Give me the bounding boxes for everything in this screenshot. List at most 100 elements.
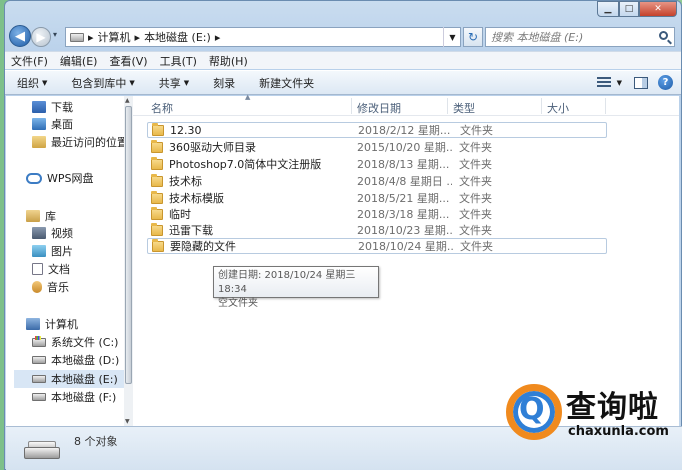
menu-view[interactable]: 查看(V) — [109, 53, 147, 69]
file-name: 迅雷下载 — [169, 224, 213, 237]
folder-icon — [152, 238, 164, 252]
chevron-down-icon: ▼ — [42, 78, 48, 87]
logo-glyph: Q — [519, 392, 545, 427]
document-icon — [32, 263, 43, 275]
help-icon[interactable]: ? — [658, 75, 673, 90]
file-row[interactable]: 临时 2018/3/18 星期... 文件夹 — [147, 206, 607, 222]
nav-scrollbar[interactable]: ▲ ▼ — [124, 96, 133, 426]
cloud-icon — [26, 172, 42, 184]
include-in-library-button[interactable]: 包含到库中 ▼ — [71, 75, 134, 91]
menu-file[interactable]: 文件(F) — [11, 53, 48, 69]
file-row[interactable]: 迅雷下载 2018/10/23 星期... 文件夹 — [147, 222, 607, 238]
scroll-thumb[interactable] — [125, 106, 132, 384]
nav-label: 桌面 — [51, 118, 73, 131]
scroll-up-icon[interactable]: ▲ — [125, 97, 130, 104]
file-type: 文件夹 — [460, 124, 493, 137]
breadcrumb-drive-e[interactable]: 本地磁盘 (E:) — [144, 29, 211, 45]
column-divider[interactable] — [447, 98, 448, 114]
scroll-down-icon[interactable]: ▼ — [125, 418, 130, 425]
preview-pane-icon[interactable] — [634, 76, 648, 89]
folder-icon — [151, 139, 163, 153]
column-divider[interactable] — [605, 98, 606, 114]
watermark-logo: Q 查询啦 chaxunla.com — [506, 378, 682, 448]
nav-label: 最近访问的位置 — [51, 136, 128, 149]
column-divider[interactable] — [541, 98, 542, 114]
chevron-down-icon[interactable]: ▼ — [617, 79, 622, 87]
column-name[interactable]: 名称 — [151, 100, 173, 116]
recent-pages-dropdown[interactable]: ▾ — [53, 30, 57, 39]
file-modified: 2018/3/18 星期... — [357, 208, 450, 221]
menu-tools[interactable]: 工具(T) — [160, 53, 197, 69]
file-row[interactable]: 要隐藏的文件 2018/10/24 星期... 文件夹 — [147, 238, 607, 254]
forward-button[interactable]: ▶ — [31, 27, 51, 47]
column-modified[interactable]: 修改日期 — [357, 100, 401, 116]
minimize-button[interactable]: ▁ — [597, 1, 619, 17]
new-folder-button[interactable]: 新建文件夹 — [259, 75, 314, 91]
file-row[interactable]: 技术标模版 2018/5/21 星期... 文件夹 — [147, 190, 607, 206]
share-button[interactable]: 共享 ▼ — [159, 75, 189, 91]
computer-icon — [26, 318, 40, 330]
breadcrumb-computer[interactable]: 计算机 — [98, 29, 131, 45]
breadcrumb-separator: ▸ — [214, 30, 221, 44]
chevron-down-icon: ▼ — [183, 78, 190, 87]
tooltip-created: 创建日期: 2018/10/24 星期三 18:34 — [218, 270, 356, 295]
file-modified: 2018/2/12 星期... — [358, 124, 451, 137]
refresh-button[interactable]: ↻ — [463, 27, 483, 47]
file-type: 文件夹 — [459, 141, 492, 154]
arrow-right-icon: ▶ — [36, 30, 46, 44]
file-name: 12.30 — [170, 123, 202, 137]
organize-button[interactable]: 组织 ▼ — [17, 75, 47, 91]
column-size[interactable]: 大小 — [547, 100, 569, 116]
search-icon[interactable] — [659, 31, 668, 40]
address-history-dropdown[interactable]: ▼ — [443, 27, 461, 47]
maximize-button[interactable]: □ — [619, 1, 639, 17]
watermark-url: chaxunla.com — [568, 424, 669, 439]
address-row: ◀ ▶ ▾ ▸ 计算机 ▸ 本地磁盘 (E:) ▸ ▼ ↻ — [5, 25, 681, 49]
nav-label: 图片 — [51, 245, 73, 258]
file-name: 要隐藏的文件 — [170, 240, 236, 253]
navigation-pane: 下载 桌面 最近访问的位置 WPS网盘 库 视频 图片 文档 音乐 计算机 系统… — [6, 96, 133, 426]
search-input[interactable] — [491, 30, 651, 44]
folder-icon — [151, 222, 163, 236]
column-type[interactable]: 类型 — [453, 100, 475, 116]
arrow-left-icon: ◀ — [15, 28, 25, 44]
column-divider[interactable] — [351, 98, 352, 114]
close-button[interactable]: ✕ — [639, 1, 677, 17]
folder-icon — [151, 206, 163, 220]
menu-bar: 文件(F) 编辑(E) 查看(V) 工具(T) 帮助(H) — [5, 51, 681, 69]
file-name: 临时 — [169, 208, 191, 221]
folder-tooltip: 创建日期: 2018/10/24 星期三 18:34 空文件夹 — [213, 266, 379, 309]
folder-icon — [151, 173, 163, 187]
organize-label: 组织 — [17, 76, 39, 90]
file-row[interactable]: 技术标 2018/4/8 星期日 ... 文件夹 — [147, 173, 607, 189]
new-folder-label: 新建文件夹 — [259, 76, 315, 90]
nav-label: 本地磁盘 (F:) — [51, 391, 117, 404]
file-row[interactable]: 12.30 2018/2/12 星期... 文件夹 — [147, 122, 607, 138]
address-bar[interactable]: ▸ 计算机 ▸ 本地磁盘 (E:) ▸ — [65, 27, 461, 47]
file-name: 360驱动大师目录 — [169, 141, 256, 154]
file-modified: 2018/8/13 星期... — [357, 158, 450, 171]
file-type: 文件夹 — [459, 175, 492, 188]
breadcrumb-separator: ▸ — [134, 30, 141, 44]
chevron-down-icon: ▼ — [449, 32, 456, 42]
file-name: 技术标模版 — [169, 192, 224, 205]
file-type: 文件夹 — [459, 192, 492, 205]
menu-help[interactable]: 帮助(H) — [209, 53, 248, 69]
video-icon — [32, 227, 46, 239]
views-icon[interactable] — [596, 76, 611, 89]
file-type: 文件夹 — [459, 158, 492, 171]
nav-item-drive-e[interactable]: 本地磁盘 (E:) — [14, 370, 124, 388]
file-name: Photoshop7.0简体中文注册版 — [169, 158, 322, 171]
download-folder-icon — [32, 101, 46, 113]
menu-edit[interactable]: 编辑(E) — [60, 53, 98, 69]
file-row[interactable]: 360驱动大师目录 2015/10/20 星期... 文件夹 — [147, 139, 607, 155]
burn-button[interactable]: 刻录 — [213, 75, 235, 91]
folder-icon — [152, 122, 164, 136]
picture-icon — [32, 245, 46, 257]
sort-ascending-icon: ▲ — [245, 93, 251, 101]
search-box[interactable] — [485, 27, 675, 47]
file-row[interactable]: Photoshop7.0简体中文注册版 2018/8/13 星期... 文件夹 — [147, 156, 607, 172]
nav-label: 本地磁盘 (D:) — [51, 354, 120, 367]
nav-label: 库 — [45, 210, 56, 223]
back-button[interactable]: ◀ — [9, 25, 31, 47]
